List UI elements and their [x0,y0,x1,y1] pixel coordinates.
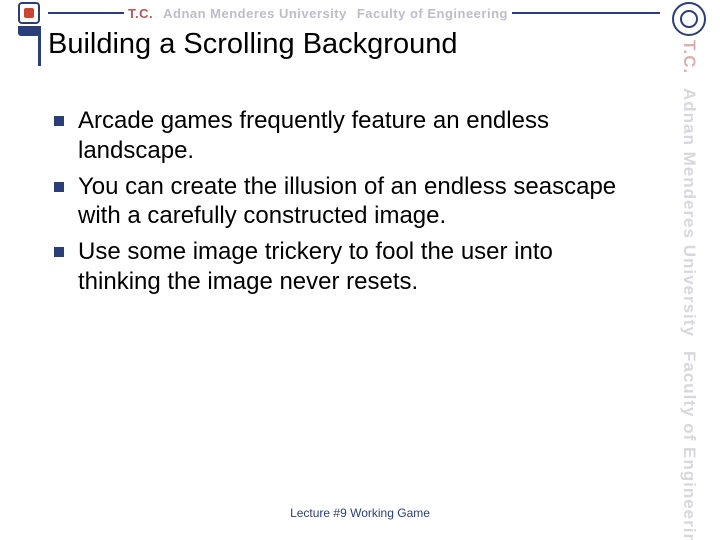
list-item: You can create the illusion of an endles… [54,172,630,232]
slide: T.C. Adnan Menderes University Faculty o… [0,0,720,540]
bullet-icon [54,247,64,257]
bullet-text: Use some image trickery to fool the user… [78,237,630,297]
header-band: T.C. Adnan Menderes University Faculty o… [0,0,720,26]
university-logo-left-icon [14,2,44,42]
watermark-tc: T.C. [679,40,699,74]
bullet-icon [54,116,64,126]
slide-title: Building a Scrolling Background [48,28,650,61]
bullet-text: You can create the illusion of an endles… [78,172,630,232]
list-item: Arcade games frequently feature an endle… [54,106,630,166]
slide-body: Arcade games frequently feature an endle… [54,106,630,303]
list-item: Use some image trickery to fool the user… [54,237,630,297]
university-seal-icon [672,2,706,36]
watermark-university: Adnan Menderes University [679,88,699,337]
bullet-text: Arcade games frequently feature an endle… [78,106,630,166]
slide-footer: Lecture #9 Working Game [0,506,720,520]
header-university: Adnan Menderes University [163,6,347,21]
header-tc: T.C. [128,6,153,21]
watermark-vertical: T.C. Adnan Menderes University Faculty o… [664,40,714,530]
bullet-icon [54,182,64,192]
header-faculty: Faculty of Engineering [357,6,508,21]
